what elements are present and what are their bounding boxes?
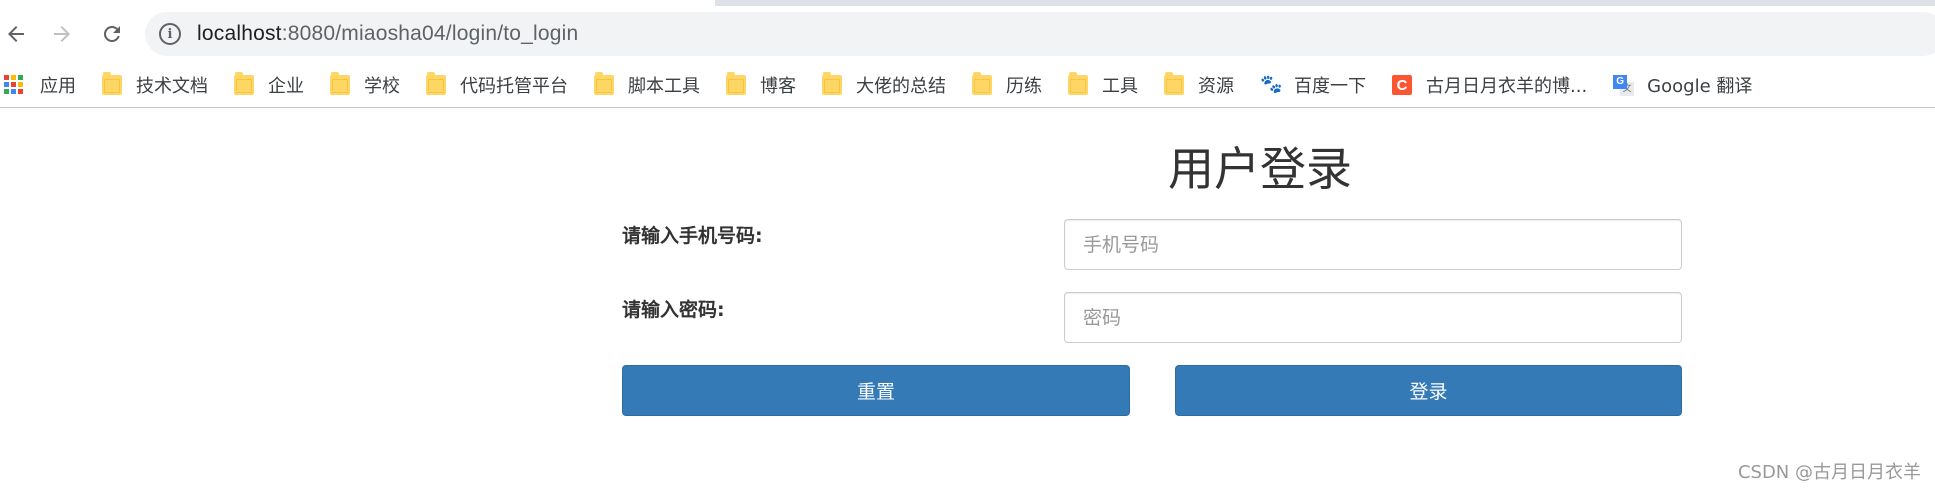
forward-button[interactable] <box>42 14 82 54</box>
bookmark-label: 大佬的总结 <box>856 75 946 97</box>
password-input[interactable] <box>1064 292 1682 343</box>
bookmark-folder-script-tools[interactable]: 脚本工具 <box>590 67 704 103</box>
bookmark-folder-blog[interactable]: 博客 <box>722 67 800 103</box>
bookmark-label: Google 翻译 <box>1647 75 1753 97</box>
folder-icon <box>1068 71 1088 95</box>
bookmark-csdn-blog[interactable]: C 古月日月衣羊的博... <box>1388 67 1591 103</box>
url-path: :8080/miaosha04/login/to_login <box>281 22 579 45</box>
bookmark-google-translate[interactable]: 文 G Google 翻译 <box>1609 67 1756 103</box>
bookmark-baidu[interactable]: 🐾 百度一下 <box>1256 67 1370 103</box>
folder-icon <box>234 71 254 95</box>
folder-icon <box>822 71 842 95</box>
baidu-icon: 🐾 <box>1260 73 1283 95</box>
bookmark-label: 技术文档 <box>136 75 208 97</box>
bookmark-label: 代码托管平台 <box>460 75 568 97</box>
bookmark-folder-resources[interactable]: 资源 <box>1160 67 1238 103</box>
arrow-right-icon <box>54 26 70 42</box>
bookmark-label: 企业 <box>268 75 304 97</box>
bookmark-label: 脚本工具 <box>628 75 700 97</box>
bookmark-folder-school[interactable]: 学校 <box>326 67 404 103</box>
mobile-label: 请输入手机号码: <box>622 225 763 247</box>
back-button[interactable] <box>0 14 36 54</box>
bookmark-folder-tech-docs[interactable]: 技术文档 <box>98 67 212 103</box>
bookmark-apps[interactable]: 应用 <box>0 67 80 103</box>
bookmark-folder-practice[interactable]: 历练 <box>968 67 1046 103</box>
folder-icon <box>426 71 446 95</box>
site-info-icon[interactable]: i <box>159 23 181 45</box>
url-host: localhost <box>197 22 282 45</box>
bookmark-label: 历练 <box>1006 75 1042 97</box>
folder-icon <box>1164 71 1184 95</box>
bookmark-label: 古月日月衣羊的博... <box>1426 75 1588 97</box>
url-text[interactable]: localhost:8080/miaosha04/login/to_login <box>197 22 578 46</box>
apps-grid-icon <box>4 74 24 95</box>
translate-front-glyph: G <box>1613 74 1628 89</box>
arrow-left-icon <box>8 26 24 42</box>
folder-icon <box>102 71 122 95</box>
csdn-watermark: CSDN @古月日月衣羊 <box>1737 462 1921 483</box>
reload-button[interactable] <box>92 14 132 54</box>
bookmarks-bar: 应用 技术文档 企业 学校 代码托管平台 脚本工具 博客 大佬的总结 历练 工具… <box>0 62 1935 108</box>
login-page: 用户登录 请输入手机号码: 请输入密码: 重置 登录 CSDN @古月日月衣羊 <box>0 109 1935 489</box>
folder-icon <box>726 71 746 95</box>
bookmark-label: 百度一下 <box>1294 75 1366 97</box>
login-button[interactable]: 登录 <box>1175 365 1682 416</box>
reset-button[interactable]: 重置 <box>622 365 1130 416</box>
folder-icon <box>330 71 350 95</box>
reload-icon <box>103 25 120 42</box>
folder-icon <box>594 71 614 95</box>
bookmark-folder-code-hosting[interactable]: 代码托管平台 <box>422 67 572 103</box>
address-bar[interactable]: i localhost:8080/miaosha04/login/to_logi… <box>145 12 1935 56</box>
bookmark-folder-tools[interactable]: 工具 <box>1064 67 1142 103</box>
bookmark-label: 应用 <box>40 75 76 97</box>
login-heading-wrap: 用户登录 <box>1060 133 1460 199</box>
bookmark-label: 工具 <box>1102 75 1138 97</box>
bookmark-folder-summaries[interactable]: 大佬的总结 <box>818 67 950 103</box>
folder-icon <box>972 71 992 95</box>
bookmark-label: 资源 <box>1198 75 1234 97</box>
bookmark-label: 学校 <box>364 75 400 97</box>
bookmark-label: 博客 <box>760 75 796 97</box>
google-translate-icon: 文 G <box>1613 74 1635 96</box>
browser-toolbar: i localhost:8080/miaosha04/login/to_logi… <box>0 6 1935 62</box>
csdn-icon: C <box>1392 74 1412 95</box>
bookmark-folder-enterprise[interactable]: 企业 <box>230 67 308 103</box>
mobile-input[interactable] <box>1064 219 1682 270</box>
page-title: 用户登录 <box>1168 142 1352 196</box>
password-label: 请输入密码: <box>622 299 725 321</box>
